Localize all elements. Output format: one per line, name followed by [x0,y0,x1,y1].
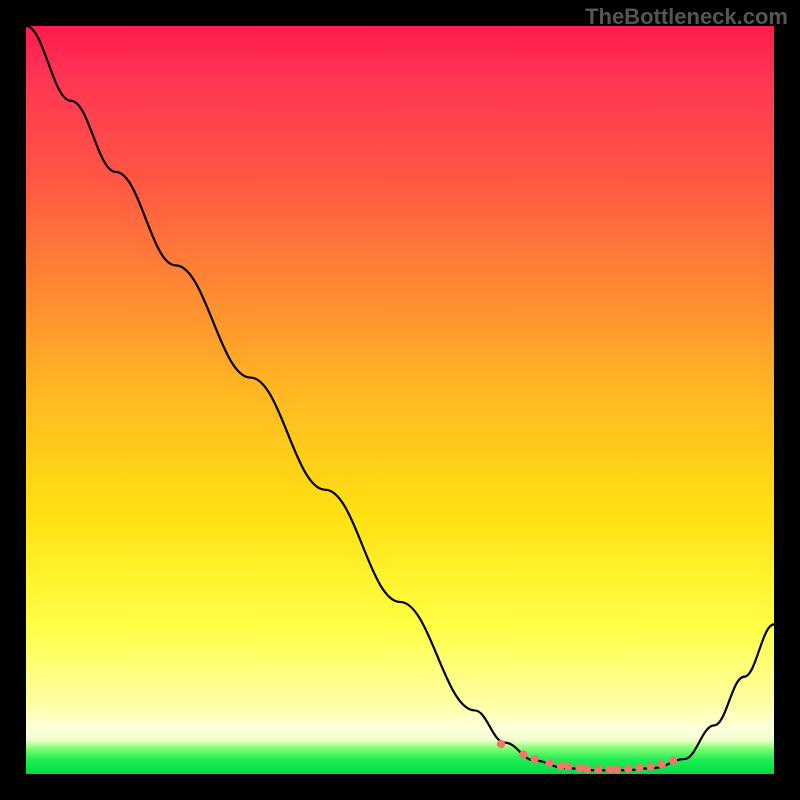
threshold-dot [545,759,553,767]
threshold-dot [613,765,621,773]
threshold-dot [575,764,583,772]
threshold-dot [530,755,538,763]
threshold-dot [497,740,505,748]
threshold-dot [605,765,613,773]
threshold-dot [583,765,591,773]
threshold-dot [658,760,666,768]
threshold-dot [646,762,654,770]
threshold-dot [564,762,572,770]
threshold-dot [669,756,677,764]
threshold-dot [557,762,565,770]
bottleneck-curve-svg [26,26,774,774]
threshold-dot [624,765,632,773]
watermark-text: TheBottleneck.com [585,4,788,30]
chart-plot-area [26,26,774,774]
threshold-dot [635,764,643,772]
bottleneck-curve [26,26,774,770]
threshold-dot [519,750,527,758]
threshold-markers [497,740,677,774]
threshold-dot [594,765,602,773]
